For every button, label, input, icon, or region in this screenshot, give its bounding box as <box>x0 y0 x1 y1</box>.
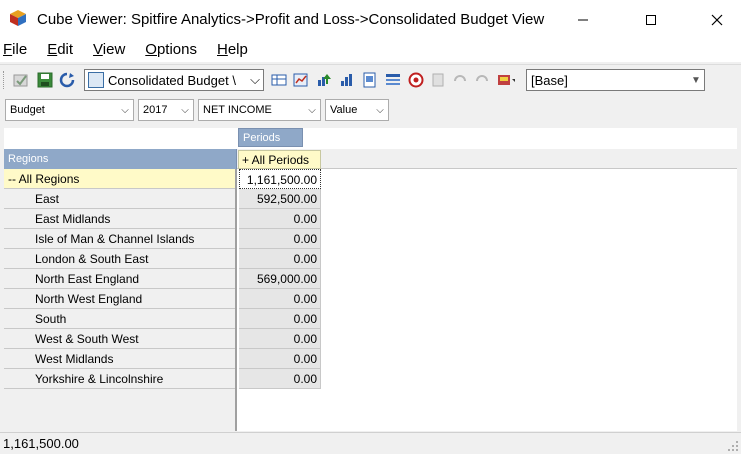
toolbar: Consolidated Budget \ ⌵ [Base] ▼ <box>0 64 741 94</box>
cube-app-icon <box>10 10 26 26</box>
list-view-icon[interactable] <box>384 71 402 89</box>
periods-dimension-header[interactable]: Periods <box>238 128 303 147</box>
row-header[interactable]: West Midlands <box>4 349 235 369</box>
save-icon[interactable] <box>36 71 54 89</box>
document-icon[interactable] <box>361 71 379 89</box>
row-header[interactable]: West & South West <box>4 329 235 349</box>
menu-options[interactable]: Options <box>145 40 197 62</box>
value-cell[interactable]: 0.00 <box>239 289 321 309</box>
close-icon <box>711 14 723 26</box>
menu-bar: File Edit View Options Help <box>0 40 741 62</box>
window-title: Cube Viewer: Spitfire Analytics->Profit … <box>37 11 545 28</box>
chevron-down-icon: ⌵ <box>308 104 316 116</box>
refresh-icon[interactable] <box>58 71 76 89</box>
toolbar-grip[interactable] <box>3 71 6 89</box>
scenario-dropdown[interactable]: Budget ⌵ <box>5 99 134 121</box>
filter-bar: Budget ⌵ 2017 ⌵ NET INCOME ⌵ Value ⌵ <box>0 97 741 123</box>
status-value: 1,161,500.00 <box>3 436 79 451</box>
row-header[interactable]: East Midlands <box>4 209 235 229</box>
menu-edit[interactable]: Edit <box>47 40 73 62</box>
minimize-icon <box>578 19 588 21</box>
value-cell[interactable]: 0.00 <box>239 369 321 389</box>
title-bar: Cube Viewer: Spitfire Analytics->Profit … <box>0 0 741 40</box>
view-icon <box>88 72 104 88</box>
resize-grip-icon[interactable] <box>727 440 739 452</box>
maximize-button[interactable] <box>628 0 674 40</box>
base-selector[interactable]: [Base] ▼ <box>526 69 705 91</box>
row-header[interactable]: Yorkshire & Lincolnshire <box>4 369 235 389</box>
value-cell[interactable]: 569,000.00 <box>239 269 321 289</box>
chevron-down-icon: ⌵ <box>121 104 129 116</box>
row-header[interactable]: South <box>4 309 235 329</box>
minimize-button[interactable] <box>560 0 606 40</box>
close-button[interactable] <box>694 0 740 40</box>
undo-icon[interactable] <box>451 71 469 89</box>
row-header[interactable]: Isle of Man & Channel Islands <box>4 229 235 249</box>
view-selector[interactable]: Consolidated Budget \ ⌵ <box>84 69 264 91</box>
format-dropdown-icon[interactable] <box>497 71 515 89</box>
chevron-down-icon: ⌵ <box>181 104 189 116</box>
value-cell[interactable]: 0.00 <box>239 309 321 329</box>
value-column: 1,161,500.00 592,500.00 0.00 0.00 0.00 5… <box>239 169 321 389</box>
value-cell[interactable]: 592,500.00 <box>239 189 321 209</box>
all-periods-column-header[interactable]: + All Periods <box>238 150 321 169</box>
row-header[interactable]: North West England <box>4 289 235 309</box>
cube-grid: Periods Regions + All Periods -- All Reg… <box>4 128 737 431</box>
stop-icon[interactable] <box>407 71 425 89</box>
measure-dropdown[interactable]: Value ⌵ <box>325 99 389 121</box>
row-header[interactable]: East <box>4 189 235 209</box>
value-cell[interactable]: 0.00 <box>239 329 321 349</box>
recalculate-icon[interactable] <box>12 71 30 89</box>
chevron-down-icon: ▼ <box>691 74 701 86</box>
value-cell[interactable]: 0.00 <box>239 249 321 269</box>
row-header[interactable]: North East England <box>4 269 235 289</box>
menu-help[interactable]: Help <box>217 40 248 62</box>
chevron-down-icon: ⌵ <box>376 104 384 116</box>
year-dropdown[interactable]: 2017 ⌵ <box>138 99 194 121</box>
export-up-icon[interactable] <box>315 71 333 89</box>
row-header[interactable]: London & South East <box>4 249 235 269</box>
status-bar: 1,161,500.00 <box>0 432 741 454</box>
grid-options-icon[interactable] <box>270 71 288 89</box>
value-cell-selected[interactable]: 1,161,500.00 <box>239 169 321 189</box>
value-cell[interactable]: 0.00 <box>239 349 321 369</box>
value-cell[interactable]: 0.00 <box>239 209 321 229</box>
account-dropdown[interactable]: NET INCOME ⌵ <box>198 99 321 121</box>
maximize-icon <box>646 15 656 25</box>
chevron-down-icon: ⌵ <box>250 72 260 87</box>
bar-chart-icon[interactable] <box>338 71 356 89</box>
row-header-all-regions[interactable]: -- All Regions <box>4 169 235 189</box>
menu-view[interactable]: View <box>93 40 125 62</box>
menu-file[interactable]: File <box>3 40 27 62</box>
value-cell[interactable]: 0.00 <box>239 229 321 249</box>
settings-disabled-icon[interactable] <box>429 71 447 89</box>
redo-icon[interactable] <box>473 71 491 89</box>
row-header-list: -- All Regions East East Midlands Isle o… <box>4 169 237 431</box>
chart-edit-icon[interactable] <box>292 71 310 89</box>
regions-dimension-header[interactable]: Regions <box>4 149 237 169</box>
